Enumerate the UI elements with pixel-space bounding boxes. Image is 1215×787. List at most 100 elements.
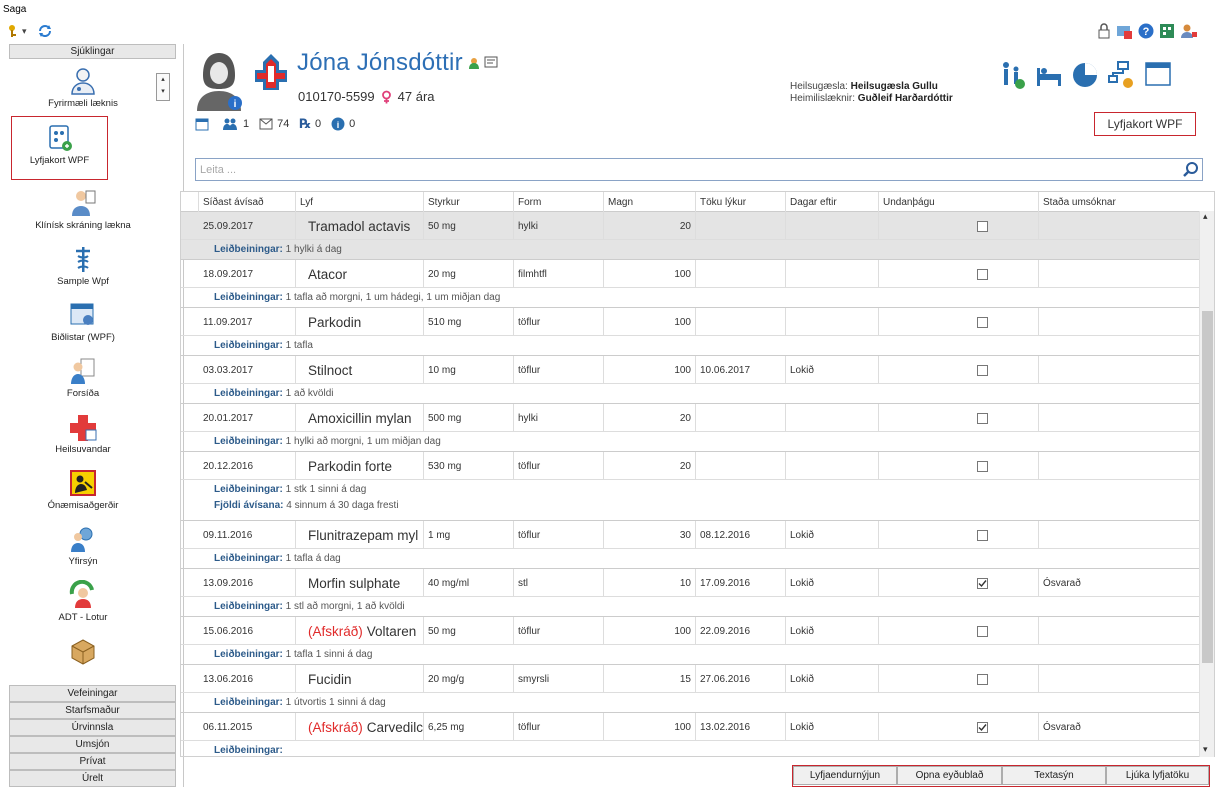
search-icon[interactable] — [1182, 161, 1200, 179]
table-row-main[interactable]: 13.06.2016 Fucidin 20 mg/g smyrsli 15 27.06.2… — [181, 665, 1201, 693]
column-header[interactable]: Lyf — [296, 192, 424, 212]
card-icon[interactable] — [484, 56, 498, 68]
scroll-up-icon[interactable]: ▴ — [1203, 211, 1208, 222]
cell-date: 13.06.2016 — [199, 665, 296, 693]
checkbox[interactable] — [977, 220, 988, 232]
checkbox[interactable] — [977, 625, 988, 637]
network-icon[interactable] — [1106, 60, 1136, 90]
column-header[interactable]: Síðast ávísað — [199, 192, 296, 212]
sidebar-header-umsjon[interactable]: Umsjón — [9, 736, 176, 753]
table-row-main[interactable]: 13.09.2016 Morfin sulphate 40 mg/ml stl 10 17… — [181, 569, 1201, 597]
edit-person-icon[interactable] — [468, 56, 482, 70]
textasyn-button[interactable]: Textasýn — [1002, 766, 1106, 785]
lock-icon[interactable] — [1095, 22, 1113, 40]
column-header[interactable]: Magn — [604, 192, 696, 212]
table-row[interactable]: 11.09.2017 Parkodin 510 mg töflur 100 Leiðbei… — [181, 308, 1201, 356]
table-row-main[interactable]: 09.11.2016 Flunitrazepam myl 1 mg töflur 30 0… — [181, 521, 1201, 549]
calendar-grid-icon[interactable] — [1158, 22, 1176, 40]
table-row[interactable]: 06.11.2015 (Afskráð) Carvedilc 6,25 mg töflu… — [181, 713, 1201, 756]
table-row[interactable]: 13.06.2016 Fucidin 20 mg/g smyrsli 15 27.06.2… — [181, 665, 1201, 713]
table-row[interactable]: 18.09.2017 Atacor 20 mg filmhtfl 100 Leiðbein… — [181, 260, 1201, 308]
checkbox[interactable] — [977, 316, 988, 328]
table-row-main[interactable]: 20.01.2017 Amoxicillin mylan 500 mg hylki 20 — [181, 404, 1201, 432]
sidebar-item-yfirsyn[interactable]: Yfirsýn — [9, 524, 157, 570]
deregistered-tag: (Afskráð) — [308, 719, 363, 735]
refresh-button[interactable] — [37, 22, 53, 40]
hospital-bed-icon[interactable] — [1034, 60, 1064, 90]
sidebar-item-klinisk-skraning[interactable]: Klínísk skráning lækna — [9, 188, 157, 234]
table-row[interactable]: 25.09.2017Tramadol actavis50 mghylki20▸L… — [181, 212, 1201, 260]
table-row[interactable]: 20.12.2016 Parkodin forte 530 mg töflur 20 Le… — [181, 452, 1201, 521]
sidebar-header-urvinnsla[interactable]: Úrvinnsla — [9, 719, 176, 736]
family-icon[interactable] — [998, 60, 1028, 90]
sidebar-item-forsida[interactable]: Forsíða — [9, 356, 157, 402]
scroll-down-icon[interactable]: ▾ — [157, 86, 169, 98]
checkbox[interactable] — [977, 460, 988, 472]
user-remove-icon[interactable] — [1180, 22, 1198, 40]
sidebar-header-urelt[interactable]: Úrelt — [9, 770, 176, 787]
calendar-icon[interactable] — [195, 117, 209, 131]
opna-eydublad-button[interactable]: Opna eyðublað — [897, 766, 1002, 785]
table-row[interactable]: 20.01.2017 Amoxicillin mylan 500 mg hylki 20… — [181, 404, 1201, 452]
sidebar-header-privat[interactable]: Prívat — [9, 753, 176, 770]
sidebar-item-fyrirmaeli-laeknis[interactable]: Fyrirmæli læknis — [9, 66, 157, 118]
user-key-icon — [9, 25, 16, 37]
user-menu-button[interactable]: ▾ — [6, 22, 27, 40]
table-row[interactable]: 13.09.2016 Morfin sulphate 40 mg/ml stl 10 17… — [181, 569, 1201, 617]
sidebar-item-box[interactable] — [9, 636, 157, 676]
table-row-main[interactable]: 15.06.2016 (Afskráð) Voltaren 50 mg töflur 10… — [181, 617, 1201, 645]
sidebar-header-vefeiningar[interactable]: Vefeiningar — [9, 685, 176, 702]
checkbox[interactable] — [977, 412, 988, 424]
help-icon[interactable]: ? — [1137, 22, 1155, 40]
cell-status: Ósvarað — [1039, 713, 1201, 741]
sidebar-header-starfsmadur[interactable]: Starfsmaður — [9, 702, 176, 719]
scrollbar-thumb[interactable] — [1202, 311, 1213, 663]
scroll-up-icon[interactable]: ▴ — [157, 74, 169, 86]
table-row-main[interactable]: 25.09.2017 Tramadol actavis 50 mg hylki 20 — [181, 212, 1201, 240]
table-row-main[interactable]: 03.03.2017 Stilnoct 10 mg töflur 100 10.06.20… — [181, 356, 1201, 384]
cell-ends — [696, 260, 786, 288]
column-header[interactable]: Form — [514, 192, 604, 212]
grid-scrollbar[interactable]: ▴ ▾ — [1199, 211, 1214, 757]
table-row-main[interactable]: 11.09.2017 Parkodin 510 mg töflur 100 — [181, 308, 1201, 336]
pie-chart-icon[interactable] — [1070, 60, 1100, 90]
instructions-value: 1 hylki að morgni, 1 um miðjan dag — [282, 436, 441, 447]
table-row-main[interactable]: 06.11.2015 (Afskráð) Carvedilc 6,25 mg töflu… — [181, 713, 1201, 741]
rx-icon[interactable]: ℞ — [299, 116, 311, 132]
sidebar-item-heilsuvandar[interactable]: Heilsuvandar — [9, 412, 157, 458]
lyfjaendurnyjun-button[interactable]: Lyfjaendurnýjun — [793, 766, 897, 785]
table-row[interactable]: 09.11.2016 Flunitrazepam myl 1 mg töflur 30 0… — [181, 521, 1201, 569]
table-row-main[interactable]: 18.09.2017 Atacor 20 mg filmhtfl 100 — [181, 260, 1201, 288]
column-header[interactable]: Styrkur — [424, 192, 514, 212]
checkbox[interactable] — [977, 529, 988, 541]
scroll-down-icon[interactable]: ▾ — [1203, 744, 1208, 755]
sidebar-item-onaemisadgerdir[interactable]: Ónæmisaðgerðir — [9, 468, 157, 514]
sidebar-scroll-buttons[interactable]: ▴ ▾ — [156, 73, 170, 101]
envelope-icon[interactable] — [259, 118, 273, 130]
medical-alert-icon[interactable] — [250, 52, 292, 94]
checkbox-checked[interactable] — [977, 577, 988, 589]
table-row[interactable]: 15.06.2016 (Afskráð) Voltaren 50 mg töflur 10… — [181, 617, 1201, 665]
column-header[interactable]: Dagar eftir — [786, 192, 879, 212]
column-header[interactable]: Staða umsóknar — [1039, 192, 1201, 212]
people-icon[interactable] — [223, 117, 239, 131]
ljuka-lyfjatoku-button[interactable]: Ljúka lyfjatöku — [1106, 766, 1209, 785]
message-alert-icon[interactable] — [1115, 22, 1133, 40]
checkbox[interactable] — [977, 673, 988, 685]
window-icon[interactable] — [1145, 62, 1171, 86]
sidebar-item-bidlistar[interactable]: Biðlistar (WPF) — [9, 300, 157, 346]
table-row[interactable]: 03.03.2017 Stilnoct 10 mg töflur 100 10.06.20… — [181, 356, 1201, 404]
sidebar-header-sjuklingar[interactable]: Sjúklingar — [9, 44, 176, 59]
sidebar-item-sample-wpf[interactable]: Sample Wpf — [9, 244, 157, 290]
column-header[interactable]: Undanþágu — [879, 192, 1039, 212]
checkbox-checked[interactable] — [977, 721, 988, 733]
info-icon[interactable]: i — [331, 117, 345, 131]
table-row-main[interactable]: 20.12.2016 Parkodin forte 530 mg töflur 20 — [181, 452, 1201, 480]
checkbox[interactable] — [977, 268, 988, 280]
sidebar-item-lyfjakort-wpf[interactable]: Lyfjakort WPF — [11, 116, 108, 180]
cell-lyf: (Afskráð) Voltaren — [296, 617, 424, 645]
sidebar-item-adt-lotur[interactable]: ADT - Lotur — [9, 580, 157, 626]
checkbox[interactable] — [977, 364, 988, 376]
column-header[interactable]: Töku lýkur — [696, 192, 786, 212]
search-input[interactable] — [196, 159, 1176, 180]
